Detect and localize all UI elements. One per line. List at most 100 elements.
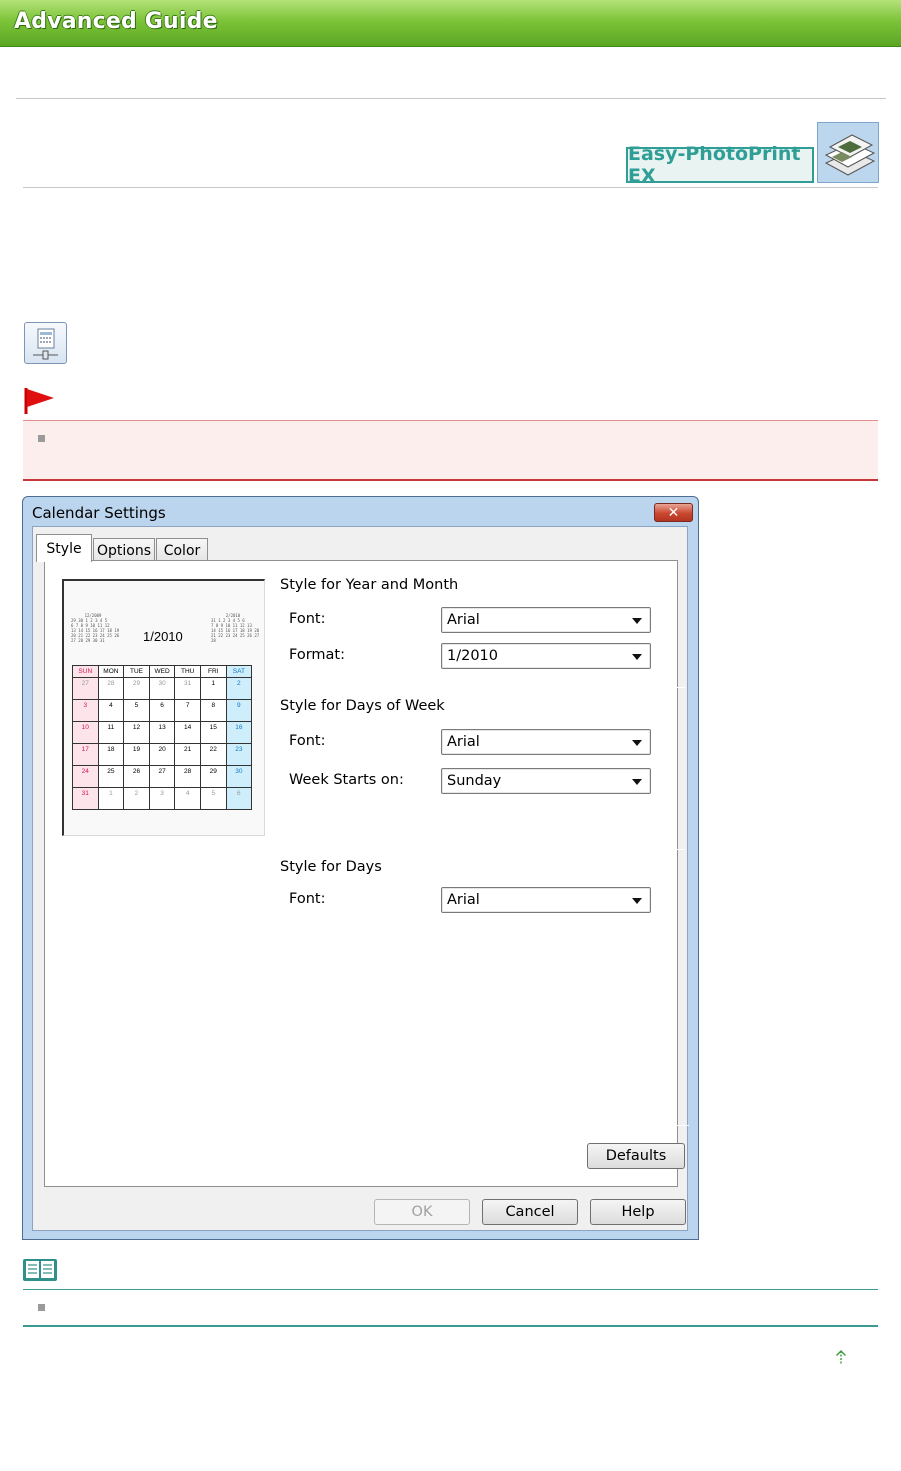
- calendar-day-cell: 10: [72, 721, 99, 744]
- select-value: 1/2010: [447, 648, 499, 664]
- days-of-week-font-select[interactable]: Arial: [441, 729, 651, 755]
- banner-title: Advanced Guide: [14, 9, 218, 34]
- next-month-mini-calendar: 2/2010 31 1 2 3 4 5 6 7 8 9 10 11 12 13 …: [211, 613, 260, 643]
- calendar-day-cell: 6: [225, 787, 253, 810]
- defaults-button[interactable]: Defaults: [587, 1143, 685, 1169]
- weekday-header: SAT: [225, 665, 253, 678]
- calendar-week-row: 27 28 29 30 31 1 2: [72, 677, 253, 700]
- title-divider: [23, 187, 878, 188]
- weekday-header-row: SUN MON TUE WED THU FRI SAT: [72, 665, 253, 678]
- calendar-day-cell: 3: [148, 787, 176, 810]
- close-icon[interactable]: ✕: [654, 503, 693, 522]
- select-value: Arial: [447, 612, 480, 628]
- calendar-settings-icon: [24, 322, 67, 364]
- calendar-day-cell: 1: [97, 787, 125, 810]
- calendar-day-cell: 15: [199, 721, 227, 744]
- calendar-day-cell: 29: [123, 677, 150, 700]
- dialog-body: Style Options Color 12/2009 29 30 1 2 3 …: [32, 526, 689, 1231]
- chevron-down-icon: [632, 740, 642, 746]
- chevron-down-icon: [632, 618, 642, 624]
- calendar-day-cell: 2: [123, 787, 150, 810]
- calendar-day-cell: 8: [199, 699, 227, 722]
- calendar-day-cell: 16: [225, 721, 253, 744]
- calendar-day-cell: 28: [174, 765, 201, 788]
- prev-month-mini-calendar: 12/2009 29 30 1 2 3 4 5 6 7 8 9 10 11 12…: [71, 613, 120, 643]
- calendar-day-cell: 6: [148, 699, 176, 722]
- year-month-font-select[interactable]: Arial: [441, 607, 651, 633]
- calendar-day-cell: 1: [199, 677, 227, 700]
- days-of-week-font-label: Font:: [289, 733, 326, 749]
- calendar-day-cell: 27: [72, 677, 99, 700]
- up-arrow-icon[interactable]: [835, 1349, 847, 1369]
- calendar-day-cell: 27: [148, 765, 176, 788]
- days-font-label: Font:: [289, 891, 326, 907]
- weekday-header: TUE: [123, 665, 150, 678]
- calendar-preview: 12/2009 29 30 1 2 3 4 5 6 7 8 9 10 11 12…: [62, 579, 265, 836]
- week-starts-on-select[interactable]: Sunday: [441, 768, 651, 794]
- weekday-header: FRI: [199, 665, 227, 678]
- calendar-day-cell: 9: [225, 699, 253, 722]
- calendar-day-cell: 26: [123, 765, 150, 788]
- calendar-day-cell: 13: [148, 721, 176, 744]
- days-heading: Style for Days: [280, 859, 382, 875]
- calendar-day-cell: 24: [72, 765, 99, 788]
- tab-color[interactable]: Color: [156, 538, 208, 562]
- year-month-format-select[interactable]: 1/2010: [441, 643, 651, 669]
- weekday-header: SUN: [72, 665, 99, 678]
- calendar-day-cell: 31: [174, 677, 201, 700]
- calendar-day-cell: 31: [72, 787, 99, 810]
- calendar-day-cell: 30: [148, 677, 176, 700]
- calendar-day-cell: 7: [174, 699, 201, 722]
- week-starts-on-label: Week Starts on:: [289, 772, 404, 788]
- chevron-down-icon: [632, 654, 642, 660]
- calendar-day-cell: 30: [225, 765, 253, 788]
- section-separator: [274, 849, 685, 850]
- calendar-week-row: 10 11 12 13 14 15 16: [72, 721, 253, 744]
- weekday-header: MON: [97, 665, 125, 678]
- calendar-day-cell: 14: [174, 721, 201, 744]
- style-tab-panel: 12/2009 29 30 1 2 3 4 5 6 7 8 9 10 11 12…: [44, 560, 689, 1187]
- days-of-week-heading: Style for Days of Week: [280, 698, 445, 714]
- open-book-icon: [22, 1257, 58, 1283]
- calendar-day-cell: 12: [123, 721, 150, 744]
- select-value: Arial: [447, 734, 480, 750]
- header-divider: [16, 98, 886, 99]
- panel-separator: [53, 1125, 689, 1126]
- calendar-week-row: 31 1 2 3 4 5 6: [72, 787, 253, 810]
- calendar-week-row: 3 4 5 6 7 8 9: [72, 699, 253, 722]
- calendar-day-cell: 11: [97, 721, 125, 744]
- help-button[interactable]: Help: [590, 1199, 686, 1225]
- year-month-heading: Style for Year and Month: [280, 577, 459, 593]
- chevron-down-icon: [632, 898, 642, 904]
- calendar-day-cell: 4: [174, 787, 201, 810]
- dialog-title: Calendar Settings: [32, 504, 166, 522]
- product-badge: Easy-PhotoPrint EX: [626, 143, 814, 187]
- section-separator: [274, 687, 685, 688]
- weekday-header: THU: [174, 665, 201, 678]
- calendar-day-cell: 22: [199, 743, 227, 766]
- preview-month-label: 1/2010: [143, 629, 183, 644]
- note-panel: [23, 1289, 878, 1327]
- calendar-week-row: 24 25 26 27 28 29 30: [72, 765, 253, 788]
- photo-stack-icon: [817, 122, 879, 183]
- tab-options[interactable]: Options: [93, 538, 155, 562]
- calendar-day-cell: 29: [199, 765, 227, 788]
- weekday-header: WED: [148, 665, 176, 678]
- bullet-icon: [38, 1304, 45, 1311]
- calendar-day-cell: 17: [72, 743, 99, 766]
- red-flag-icon: [24, 387, 56, 419]
- calendar-day-cell: 21: [174, 743, 201, 766]
- bullet-icon: [38, 435, 45, 442]
- calendar-day-cell: 4: [97, 699, 125, 722]
- calendar-day-cell: 20: [148, 743, 176, 766]
- calendar-day-cell: 5: [199, 787, 227, 810]
- calendar-week-row: 17 18 19 20 21 22 23: [72, 743, 253, 766]
- tab-style[interactable]: Style: [36, 534, 92, 562]
- calendar-day-cell: 18: [97, 743, 125, 766]
- days-font-select[interactable]: Arial: [441, 887, 651, 913]
- chevron-down-icon: [632, 779, 642, 785]
- ok-button[interactable]: OK: [374, 1199, 470, 1225]
- important-panel: [23, 420, 878, 481]
- cancel-button[interactable]: Cancel: [482, 1199, 578, 1225]
- calendar-day-cell: 5: [123, 699, 150, 722]
